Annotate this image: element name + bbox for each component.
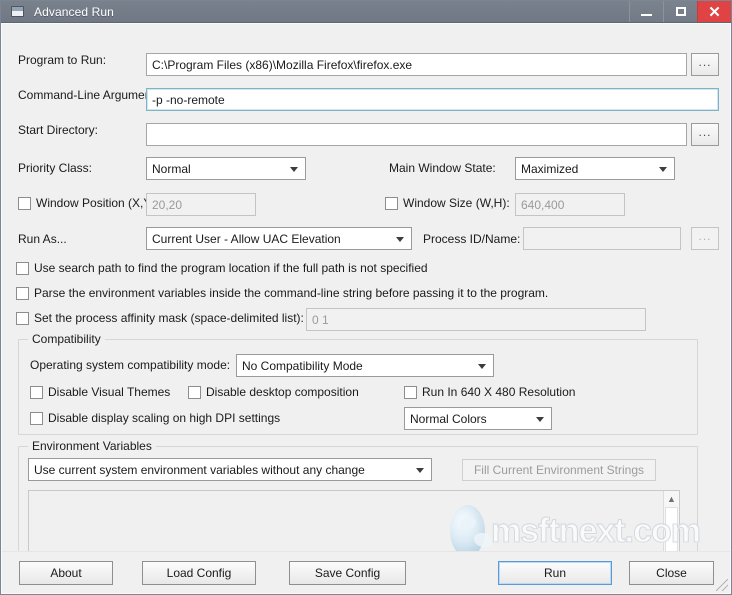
colors-value: Normal Colors [410, 411, 487, 426]
window-size-row: Window Size (W,H): [385, 196, 510, 210]
disable-desktop-composition-row: Disable desktop composition [188, 385, 359, 399]
run-as-label-row: Run As... [18, 232, 67, 246]
use-search-path-checkbox[interactable] [16, 261, 29, 275]
environment-mode-select[interactable]: Use current system environment variables… [28, 458, 432, 481]
priority-class-label-row: Priority Class: [18, 161, 92, 175]
window-position-checkbox[interactable] [18, 196, 31, 210]
priority-class-label: Priority Class: [18, 161, 93, 175]
window-size-input[interactable] [515, 193, 625, 216]
command-line-arguments-input[interactable] [146, 88, 719, 111]
run-in-640x480-row: Run In 640 X 480 Resolution [404, 385, 575, 399]
dialog-footer: About Load Config Save Config Run Close [2, 551, 730, 593]
chevron-down-icon [659, 166, 667, 172]
command-line-arguments-label: Command-Line Arguments: [18, 88, 165, 102]
affinity-mask-row: Set the process affinity mask (space-del… [16, 311, 304, 325]
parse-env-vars-row: Parse the environment variables inside t… [16, 286, 548, 300]
disable-dpi-scaling-label: Disable display scaling on high DPI sett… [48, 411, 281, 425]
window-title: Advanced Run [34, 4, 114, 19]
main-window-state-select[interactable]: Maximized [515, 157, 675, 180]
chevron-down-icon [396, 236, 404, 242]
start-directory-label: Start Directory: [18, 123, 99, 137]
close-button[interactable]: Close [629, 561, 714, 585]
parse-env-vars-label: Parse the environment variables inside t… [34, 286, 549, 300]
window-controls: ✕ [629, 1, 731, 22]
chevron-down-icon [478, 363, 486, 369]
command-line-arguments-label-row: Command-Line Arguments: [18, 88, 164, 102]
process-id-browse-button[interactable]: ... [691, 227, 719, 250]
disable-visual-themes-row: Disable Visual Themes [30, 385, 170, 399]
program-to-run-input[interactable] [146, 53, 687, 76]
scroll-up-icon[interactable]: ▲ [664, 491, 679, 506]
affinity-mask-checkbox[interactable] [16, 311, 29, 325]
disable-desktop-composition-label: Disable desktop composition [206, 385, 359, 399]
main-window-state-label-row: Main Window State: [389, 161, 496, 175]
run-as-select[interactable]: Current User - Allow UAC Elevation [146, 227, 412, 250]
run-in-640x480-checkbox[interactable] [404, 385, 417, 399]
window-size-checkbox[interactable] [385, 196, 398, 210]
start-directory-browse-button[interactable]: ... [691, 123, 719, 146]
program-to-run-label: Program to Run: [18, 53, 107, 67]
process-id-name-input[interactable] [523, 227, 681, 250]
use-search-path-label: Use search path to find the program loca… [34, 261, 428, 275]
advanced-run-window: Advanced Run ✕ Program to Run: ... Comma… [0, 0, 732, 595]
title-bar: Advanced Run ✕ [1, 1, 731, 23]
fill-current-environment-strings-button[interactable]: Fill Current Environment Strings [462, 459, 656, 481]
window-position-row: Window Position (X,Y): [18, 196, 159, 210]
priority-class-select[interactable]: Normal [146, 157, 306, 180]
os-compat-mode-label-row: Operating system compatibility mode: [30, 358, 230, 372]
main-window-state-value: Maximized [521, 161, 579, 176]
parse-env-vars-checkbox[interactable] [16, 286, 29, 300]
about-button[interactable]: About [19, 561, 113, 585]
run-in-640x480-label: Run In 640 X 480 Resolution [422, 385, 576, 399]
program-to-run-label-row: Program to Run: [18, 53, 106, 67]
affinity-mask-input[interactable] [306, 308, 646, 331]
environment-variables-group-title: Environment Variables [28, 439, 156, 453]
disable-dpi-scaling-checkbox[interactable] [30, 411, 43, 425]
program-to-run-browse-button[interactable]: ... [691, 53, 719, 76]
os-compat-mode-label: Operating system compatibility mode: [30, 358, 231, 372]
disable-desktop-composition-checkbox[interactable] [188, 385, 201, 399]
app-window-icon [6, 1, 28, 22]
process-id-label-row: Process ID/Name: [423, 232, 520, 246]
environment-mode-value: Use current system environment variables… [34, 462, 365, 477]
main-window-state-label: Main Window State: [389, 161, 496, 175]
run-button[interactable]: Run [498, 561, 612, 585]
chevron-down-icon [290, 166, 298, 172]
start-directory-label-row: Start Directory: [18, 123, 98, 137]
run-as-label: Run As... [18, 232, 67, 246]
maximize-button[interactable] [663, 1, 697, 22]
resize-grip[interactable] [716, 579, 728, 591]
disable-visual-themes-label: Disable Visual Themes [48, 385, 171, 399]
minimize-button[interactable] [629, 1, 663, 22]
os-compat-mode-select[interactable]: No Compatibility Mode [236, 354, 494, 377]
window-position-label: Window Position (X,Y): [36, 196, 159, 210]
chevron-down-icon [536, 416, 544, 422]
priority-class-value: Normal [152, 161, 191, 176]
window-position-input[interactable] [146, 193, 256, 216]
run-as-value: Current User - Allow UAC Elevation [152, 231, 341, 246]
os-compat-mode-value: No Compatibility Mode [242, 358, 363, 373]
save-config-button[interactable]: Save Config [289, 561, 406, 585]
start-directory-input[interactable] [146, 123, 687, 146]
load-config-button[interactable]: Load Config [142, 561, 256, 585]
window-size-label: Window Size (W,H): [403, 196, 510, 210]
use-search-path-row: Use search path to find the program loca… [16, 261, 428, 275]
process-id-name-label: Process ID/Name: [423, 232, 521, 246]
dialog-body: Program to Run: ... Command-Line Argumen… [1, 23, 731, 594]
affinity-mask-label: Set the process affinity mask (space-del… [34, 311, 304, 325]
chevron-down-icon [416, 467, 424, 473]
disable-dpi-scaling-row: Disable display scaling on high DPI sett… [30, 411, 280, 425]
close-window-button[interactable]: ✕ [697, 1, 731, 22]
disable-visual-themes-checkbox[interactable] [30, 385, 43, 399]
colors-select[interactable]: Normal Colors [404, 407, 552, 430]
compatibility-group-title: Compatibility [28, 332, 105, 346]
